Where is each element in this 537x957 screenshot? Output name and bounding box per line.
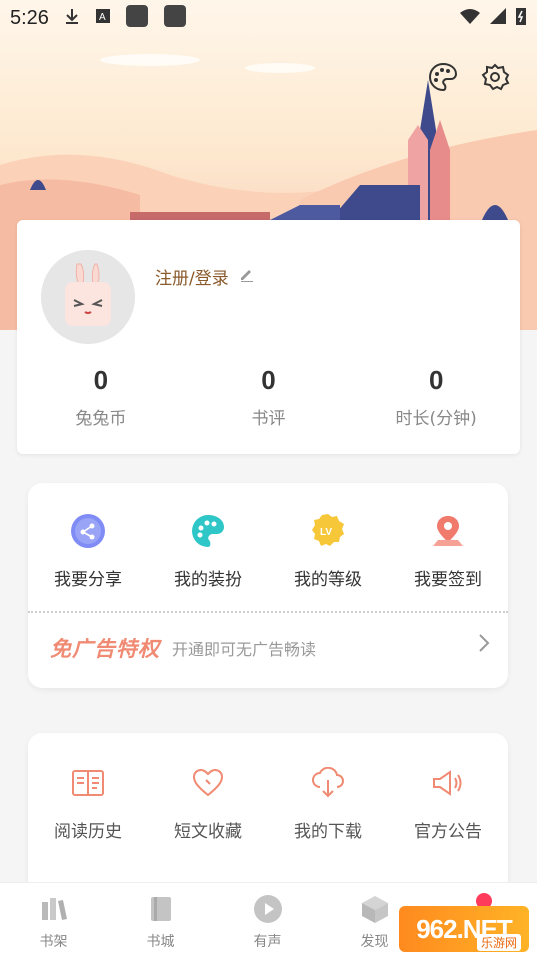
level-badge-icon: LV [308, 511, 348, 551]
app-notification-icon: A [95, 8, 111, 29]
site-watermark-logo: 962.NET 乐游网 [399, 906, 529, 952]
nav-audio[interactable]: 有声 [214, 883, 321, 957]
feature-label: 我要签到 [414, 570, 482, 590]
play-icon [252, 893, 284, 925]
tool-label: 官方公告 [414, 822, 482, 842]
stat-rabbit-coins[interactable]: 0 兔兔币 [17, 365, 185, 429]
wifi-icon [459, 7, 481, 30]
app-notification-icon-2 [125, 4, 149, 33]
cube-icon [359, 893, 391, 925]
status-time: 5:26 [10, 6, 49, 29]
feature-dress-up[interactable]: 我的装扮 [148, 511, 268, 590]
feature-level[interactable]: LV 我的等级 [268, 511, 388, 590]
bookshelf-icon [38, 893, 70, 925]
stat-reviews[interactable]: 0 书评 [185, 365, 353, 429]
watermark-badge: 乐游网 [476, 934, 521, 951]
battery-charging-icon [515, 6, 527, 31]
feature-share[interactable]: 我要分享 [28, 511, 148, 590]
tool-short-article-favorites[interactable]: 短文收藏 [148, 763, 268, 842]
svg-text:LV: LV [320, 527, 332, 538]
nav-label: 书架 [39, 934, 68, 950]
megaphone-icon [428, 763, 468, 803]
app-notification-icon-3 [163, 4, 187, 33]
tool-my-downloads[interactable]: 我的下载 [268, 763, 388, 842]
share-icon [68, 511, 108, 551]
ad-free-banner[interactable]: 免广告特权 开通即可无广告畅读 [50, 633, 490, 663]
settings-gear-icon[interactable] [478, 60, 512, 94]
theme-palette-icon[interactable] [426, 60, 460, 94]
login-register-link[interactable]: 注册/登录 [155, 264, 255, 289]
nav-label: 有声 [253, 934, 282, 950]
stat-label: 时长(分钟) [395, 409, 477, 429]
ad-free-subtitle: 开通即可无广告畅读 [172, 640, 317, 659]
tools-card: 阅读历史 短文收藏 我的下载 官方公告 [28, 733, 508, 893]
tool-label: 阅读历史 [54, 822, 122, 842]
login-label: 注册/登录 [155, 269, 229, 289]
cloud-download-icon [308, 763, 348, 803]
nav-label: 书城 [146, 934, 175, 950]
tool-label: 我的下载 [294, 822, 362, 842]
tool-reading-history[interactable]: 阅读历史 [28, 763, 148, 842]
stat-label: 书评 [251, 409, 286, 429]
stat-label: 兔兔币 [75, 409, 127, 429]
profile-card: 注册/登录 0 兔兔币 0 书评 0 时长(分钟) [17, 220, 520, 454]
stat-value: 0 [428, 365, 444, 395]
feature-label: 我的装扮 [174, 570, 242, 590]
avatar[interactable] [41, 250, 135, 344]
tool-official-announcements[interactable]: 官方公告 [388, 763, 508, 842]
book-history-icon [68, 763, 108, 803]
ad-free-title: 免广告特权 [50, 637, 160, 661]
nav-bookshelf[interactable]: 书架 [0, 883, 107, 957]
tool-label: 短文收藏 [174, 822, 242, 842]
heart-icon [188, 763, 228, 803]
stat-reading-time[interactable]: 0 时长(分钟) [352, 365, 520, 429]
stat-value: 0 [261, 365, 276, 395]
feature-check-in[interactable]: 我要签到 [388, 511, 508, 590]
download-status-icon [63, 7, 81, 30]
feature-card: 我要分享 我的装扮 LV 我的等级 我要签到 免广告特权 开通即可无广告畅读 [28, 483, 508, 688]
palette-icon [188, 511, 228, 551]
svg-text:A: A [99, 12, 106, 23]
stat-value: 0 [93, 365, 109, 395]
nav-bookstore[interactable]: 书城 [107, 883, 214, 957]
book-icon [145, 893, 177, 925]
divider [28, 611, 508, 613]
feature-label: 我要分享 [54, 570, 122, 590]
edit-pencil-icon [239, 266, 255, 287]
feature-label: 我的等级 [294, 570, 362, 590]
status-bar: 5:26 A [0, 0, 537, 36]
location-checkin-icon [428, 511, 468, 551]
signal-icon [489, 7, 507, 30]
chevron-right-icon [478, 633, 490, 658]
